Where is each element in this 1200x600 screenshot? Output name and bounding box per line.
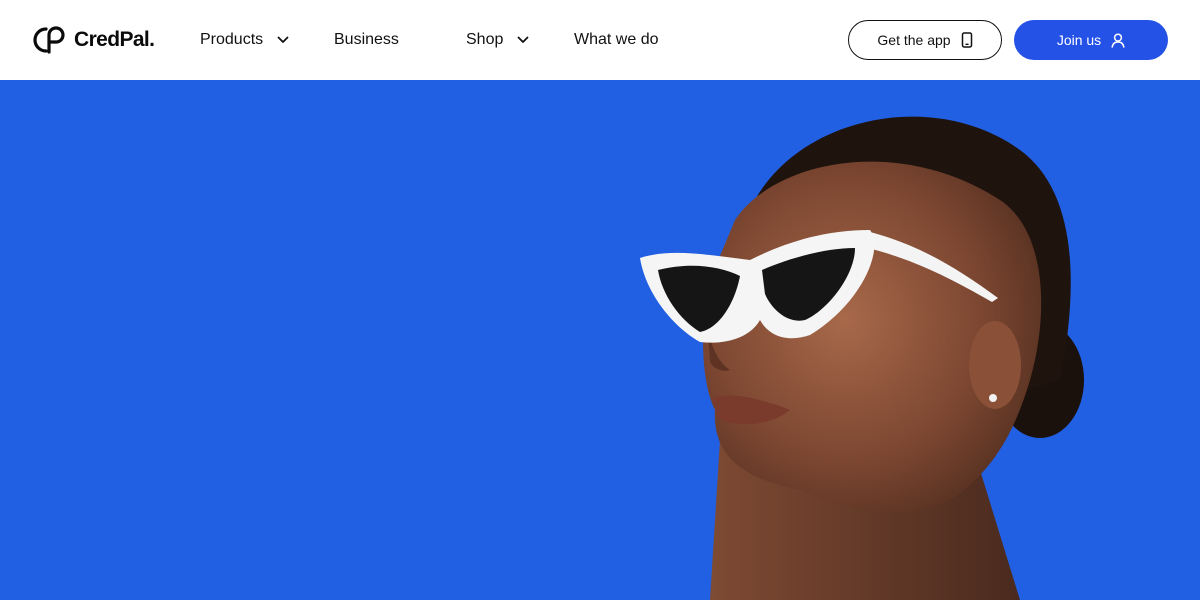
- join-us-label: Join us: [1056, 32, 1102, 48]
- chevron-down-icon: [517, 36, 529, 44]
- nav-item-shop[interactable]: Shop: [466, 28, 529, 52]
- hero-section: [0, 80, 1200, 600]
- join-us-button[interactable]: Join us: [1014, 20, 1168, 60]
- user-icon: [1111, 32, 1125, 48]
- nav-item-products[interactable]: Products: [200, 28, 289, 52]
- nav-item-label: What we do: [574, 31, 659, 48]
- site-header: CredPal. Products Business Shop What we …: [0, 0, 1200, 80]
- nav-item-label: Business: [334, 31, 399, 48]
- woman-white-cat-eye-sunglasses-photo: [640, 116, 1084, 600]
- get-the-app-label: Get the app: [877, 32, 951, 48]
- nav-item-label: Products: [200, 31, 264, 48]
- brand-name: CredPal.: [74, 28, 155, 51]
- chevron-down-icon: [277, 36, 289, 44]
- nav-item-what-we-do[interactable]: What we do: [574, 28, 658, 52]
- credpal-logo[interactable]: CredPal.: [32, 24, 155, 56]
- nav-item-business[interactable]: Business: [334, 28, 399, 52]
- credpal-logo-icon: [33, 26, 65, 54]
- nav-item-label: Shop: [466, 31, 504, 48]
- get-the-app-button[interactable]: Get the app: [848, 20, 1002, 60]
- smartphone-icon: [961, 32, 973, 48]
